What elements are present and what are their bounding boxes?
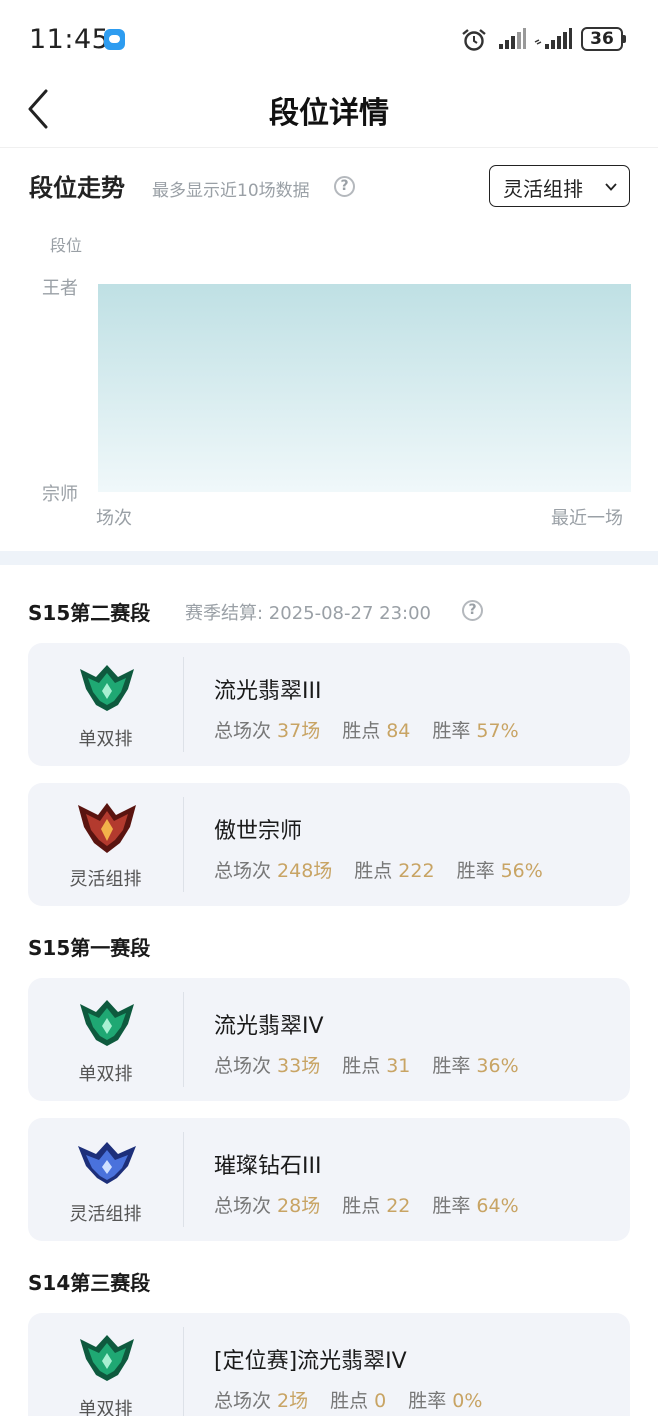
card-divider	[183, 1132, 184, 1227]
section-divider	[0, 551, 658, 565]
season-header: S14第三赛段	[28, 1271, 151, 1295]
diamond-emblem-icon	[78, 1142, 136, 1184]
queue-type-label: 单双排	[78, 1064, 133, 1085]
alarm-icon	[462, 29, 486, 51]
rank-name: 流光翡翠III	[214, 679, 322, 704]
trend-title: 段位走势	[29, 174, 125, 202]
chart-x-label-end: 最近一场	[551, 508, 623, 529]
card-divider	[183, 797, 184, 892]
games-label: 总场次	[214, 1390, 272, 1412]
games-value: 248场	[277, 860, 333, 882]
message-app-icon	[104, 29, 125, 50]
points-value: 0	[374, 1390, 387, 1412]
card-divider	[183, 1327, 184, 1416]
winrate-value: 57%	[476, 720, 519, 742]
season-header: S15第二赛段	[28, 601, 151, 625]
points-value: 22	[386, 1195, 411, 1217]
trend-area-series-0	[98, 284, 631, 492]
emerald-emblem-icon	[80, 1000, 134, 1046]
rank-name: [定位赛]流光翡翠IV	[214, 1349, 407, 1374]
queue-type-label: 单双排	[78, 1399, 133, 1416]
battery-indicator: 36	[581, 27, 627, 51]
chart-x-label-start: 场次	[96, 508, 132, 529]
rank-card[interactable]: 单双排 [定位赛]流光翡翠IV 总场次 2场 胜点 0 胜率 0%	[28, 1313, 630, 1416]
card-divider	[183, 657, 184, 752]
status-time: 11:45	[29, 24, 110, 55]
battery-level: 36	[590, 29, 614, 49]
games-label: 总场次	[214, 860, 272, 882]
rank-card[interactable]: 灵活组排 璀璨钻石III 总场次 28场 胜点 22 胜率 64%	[28, 1118, 630, 1241]
chevron-down-icon	[605, 183, 617, 191]
games-value: 28场	[277, 1195, 321, 1217]
points-value: 84	[386, 720, 411, 742]
games-value: 33场	[277, 1055, 321, 1077]
rank-stats: 总场次 248场 胜点 222 胜率 56%	[214, 856, 565, 883]
card-divider	[183, 992, 184, 1087]
winrate-label: 胜率	[432, 1055, 471, 1077]
games-value: 37场	[277, 720, 321, 742]
points-value: 31	[386, 1055, 411, 1077]
page-title: 段位详情	[269, 96, 389, 131]
rank-trend-chart	[0, 225, 658, 535]
games-label: 总场次	[214, 720, 272, 742]
signal-icon	[499, 28, 526, 49]
help-icon[interactable]: ?	[462, 600, 483, 621]
winrate-label: 胜率	[432, 720, 471, 742]
trend-subtitle: 最多显示近10场数据	[152, 181, 310, 201]
winrate-label: 胜率	[408, 1390, 447, 1412]
dropdown-label: 灵活组排	[503, 177, 583, 201]
winrate-value: 36%	[476, 1055, 519, 1077]
games-value: 2场	[277, 1390, 309, 1412]
games-label: 总场次	[214, 1055, 272, 1077]
points-label: 胜点	[342, 1195, 381, 1217]
rank-name: 璀璨钻石III	[214, 1154, 322, 1179]
season-header: S15第一赛段	[28, 936, 151, 960]
season-settlement-note: 赛季结算: 2025-08-27 23:00	[185, 603, 431, 624]
queue-type-label: 单双排	[78, 729, 133, 750]
points-label: 胜点	[342, 720, 381, 742]
status-bar: 11:45 36	[0, 0, 658, 78]
nav-bar: 段位详情	[0, 78, 658, 148]
points-label: 胜点	[342, 1055, 381, 1077]
grandmaster-emblem-icon	[78, 803, 136, 853]
games-label: 总场次	[214, 1195, 272, 1217]
winrate-value: 0%	[452, 1390, 483, 1412]
rank-stats: 总场次 28场 胜点 22 胜率 64%	[214, 1191, 541, 1218]
points-label: 胜点	[354, 860, 393, 882]
rank-stats: 总场次 33场 胜点 31 胜率 36%	[214, 1051, 541, 1078]
rank-name: 流光翡翠IV	[214, 1014, 324, 1039]
points-label: 胜点	[330, 1390, 369, 1412]
winrate-value: 64%	[476, 1195, 519, 1217]
emerald-emblem-icon	[80, 665, 134, 711]
winrate-label: 胜率	[432, 1195, 471, 1217]
winrate-label: 胜率	[456, 860, 495, 882]
rank-stats: 总场次 37场 胜点 84 胜率 57%	[214, 716, 541, 743]
queue-type-label: 灵活组排	[69, 1204, 142, 1225]
queue-type-label: 灵活组排	[69, 869, 142, 890]
points-value: 222	[398, 860, 435, 882]
rank-card[interactable]: 单双排 流光翡翠III 总场次 37场 胜点 84 胜率 57%	[28, 643, 630, 766]
help-icon[interactable]: ?	[334, 176, 355, 197]
winrate-value: 56%	[500, 860, 543, 882]
rank-name: 傲世宗师	[214, 819, 303, 844]
signal-2-icon	[534, 28, 572, 49]
emerald-emblem-icon	[80, 1335, 134, 1381]
queue-type-dropdown[interactable]: 灵活组排	[489, 165, 630, 207]
rank-card[interactable]: 单双排 流光翡翠IV 总场次 33场 胜点 31 胜率 36%	[28, 978, 630, 1101]
rank-stats: 总场次 2场 胜点 0 胜率 0%	[214, 1386, 504, 1413]
rank-card[interactable]: 灵活组排 傲世宗师 总场次 248场 胜点 222 胜率 56%	[28, 783, 630, 906]
